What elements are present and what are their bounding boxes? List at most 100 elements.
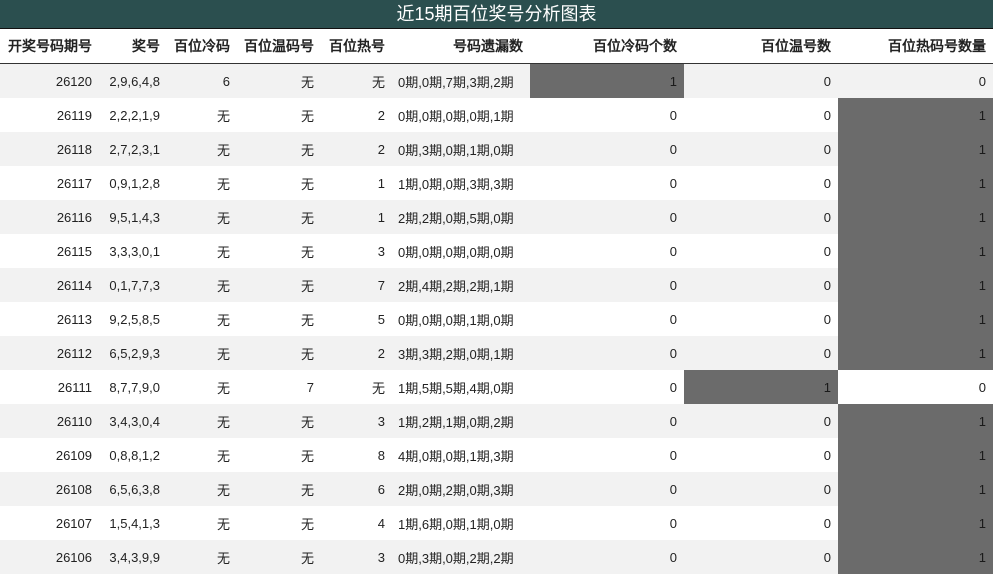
header-cold: 百位冷码 (167, 29, 237, 64)
table-row: 26118 2,7,2,3,1 无无 2 0期,3期,0期,1期,0期 0 0 1 (0, 132, 993, 166)
cell-warm-count: 0 (823, 277, 831, 293)
cell-cold-count: 0 (669, 209, 677, 225)
cell-warm: 无 (300, 346, 314, 362)
cell-missing: 1期,2期,1期,0期,2期 (398, 414, 514, 430)
table-row: 26120 2,9,6,4,8 6 无 无 0期,0期,7期,3期,2期 1 0 0 (0, 63, 993, 98)
cell-numbers: 1,5,4,1,3 (109, 515, 160, 531)
cell-numbers: 9,5,1,4,3 (109, 209, 160, 225)
cell-issue: 26120 (55, 73, 92, 89)
cell-warm: 无 (300, 550, 314, 566)
cell-warm-count: 0 (823, 311, 831, 327)
cell-hot-count: 1 (838, 234, 993, 268)
cell-hot: 1 (377, 209, 385, 225)
cell-cold-count: 0 (669, 141, 677, 157)
cell-numbers: 8,7,7,9,0 (109, 379, 160, 395)
cell-numbers: 0,8,8,1,2 (109, 447, 160, 463)
cell-numbers: 2,9,6,4,8 (109, 73, 160, 89)
cell-missing: 4期,0期,0期,1期,3期 (398, 448, 514, 464)
cell-missing: 0期,3期,0期,2期,2期 (398, 550, 514, 566)
header-cold-count: 百位冷码个数 (530, 29, 684, 64)
header-warm: 百位温码号 (237, 29, 321, 64)
header-issue: 开奖号码期号 (0, 29, 99, 64)
cell-hot: 1 (377, 175, 385, 191)
table-row: 26109 0,8,8,1,2 无无 8 4期,0期,0期,1期,3期 0 0 1 (0, 438, 993, 472)
cell-issue: 26113 (56, 311, 92, 327)
cell-hot-count: 1 (838, 302, 993, 336)
cell-cold: 无 (216, 346, 230, 362)
cell-warm: 无 (300, 278, 314, 294)
cell-cold-count: 0 (669, 107, 677, 123)
cell-hot: 2 (377, 345, 385, 361)
table-row: 26116 9,5,1,4,3 无无 1 2期,2期,0期,5期,0期 0 0 1 (0, 200, 993, 234)
cell-hot-count: 1 (838, 438, 993, 472)
cell-numbers: 6,5,2,9,3 (109, 345, 160, 361)
cell-hot-count: 1 (838, 404, 993, 438)
cell-cold: 无 (216, 516, 230, 532)
table-row: 26115 3,3,3,0,1 无无 3 0期,0期,0期,0期,0期 0 0 1 (0, 234, 993, 268)
cell-cold-count: 0 (669, 243, 677, 259)
cell-issue: 26118 (56, 141, 92, 157)
cell-warm-count: 0 (823, 549, 831, 565)
cell-cold: 无 (216, 414, 230, 430)
cell-warm-count: 0 (823, 413, 831, 429)
cell-hot-count: 0 (978, 73, 986, 89)
cell-warm: 无 (300, 176, 314, 192)
cell-numbers: 2,2,2,1,9 (109, 107, 160, 123)
cell-missing: 2期,2期,0期,5期,0期 (398, 210, 514, 226)
cell-missing: 3期,3期,2期,0期,1期 (398, 346, 514, 362)
cell-warm: 无 (300, 108, 314, 124)
cell-cold-count: 0 (669, 345, 677, 361)
cell-missing: 0期,0期,0期,1期,0期 (398, 312, 514, 328)
cell-missing: 0期,0期,7期,3期,2期 (398, 74, 514, 90)
cell-warm-count: 0 (823, 481, 831, 497)
cell-cold-count: 1 (530, 63, 684, 98)
cell-hot: 2 (377, 107, 385, 123)
table-row: 26113 9,2,5,8,5 无无 5 0期,0期,0期,1期,0期 0 0 1 (0, 302, 993, 336)
cell-hot: 3 (377, 243, 385, 259)
cell-warm-count: 0 (823, 345, 831, 361)
cell-warm: 无 (300, 448, 314, 464)
cell-warm-count: 0 (823, 515, 831, 531)
cell-cold-count: 0 (669, 379, 677, 395)
cell-warm-count: 0 (823, 447, 831, 463)
cell-warm: 无 (300, 482, 314, 498)
cell-cold: 无 (216, 142, 230, 158)
cell-cold: 6 (222, 73, 230, 89)
cell-hot-count: 1 (838, 540, 993, 574)
cell-numbers: 9,2,5,8,5 (109, 311, 160, 327)
chart-title: 近15期百位奖号分析图表 (0, 0, 993, 29)
cell-issue: 26114 (56, 277, 92, 293)
cell-issue: 26117 (56, 175, 92, 191)
cell-hot-count: 1 (838, 166, 993, 200)
cell-hot-count: 0 (978, 379, 986, 395)
cell-issue: 26108 (55, 481, 92, 497)
header-numbers: 奖号 (99, 29, 167, 64)
cell-hot: 5 (377, 311, 385, 327)
cell-warm: 无 (300, 142, 314, 158)
table-row: 26106 3,4,3,9,9 无无 3 0期,3期,0期,2期,2期 0 0 1 (0, 540, 993, 574)
cell-hot-count: 1 (838, 336, 993, 370)
cell-cold: 无 (216, 210, 230, 226)
cell-numbers: 3,4,3,0,4 (109, 413, 160, 429)
header-missing: 号码遗漏数 (392, 29, 530, 64)
table-row: 26107 1,5,4,1,3 无无 4 1期,6期,0期,1期,0期 0 0 1 (0, 506, 993, 540)
cell-numbers: 6,5,6,3,8 (109, 481, 160, 497)
cell-issue: 26106 (55, 549, 92, 565)
cell-hot: 3 (377, 549, 385, 565)
cell-missing: 0期,3期,0期,1期,0期 (398, 142, 514, 158)
header-row: 开奖号码期号 奖号 百位冷码 百位温码号 百位热号 号码遗漏数 百位冷码个数 百… (0, 29, 993, 64)
cell-missing: 2期,0期,2期,0期,3期 (398, 482, 514, 498)
header-warm-count: 百位温号数 (684, 29, 838, 64)
cell-warm: 无 (300, 312, 314, 328)
cell-issue: 26116 (56, 209, 92, 225)
cell-cold: 无 (216, 108, 230, 124)
table-row: 26110 3,4,3,0,4 无无 3 1期,2期,1期,0期,2期 0 0 1 (0, 404, 993, 438)
cell-cold-count: 0 (669, 549, 677, 565)
cell-warm: 无 (300, 516, 314, 532)
table-row: 26114 0,1,7,7,3 无无 7 2期,4期,2期,2期,1期 0 0 1 (0, 268, 993, 302)
cell-issue: 26107 (55, 515, 92, 531)
cell-warm-count: 0 (823, 141, 831, 157)
cell-missing: 2期,4期,2期,2期,1期 (398, 278, 514, 294)
header-hot-count: 百位热码号数量 (838, 29, 993, 64)
cell-cold: 无 (216, 244, 230, 260)
